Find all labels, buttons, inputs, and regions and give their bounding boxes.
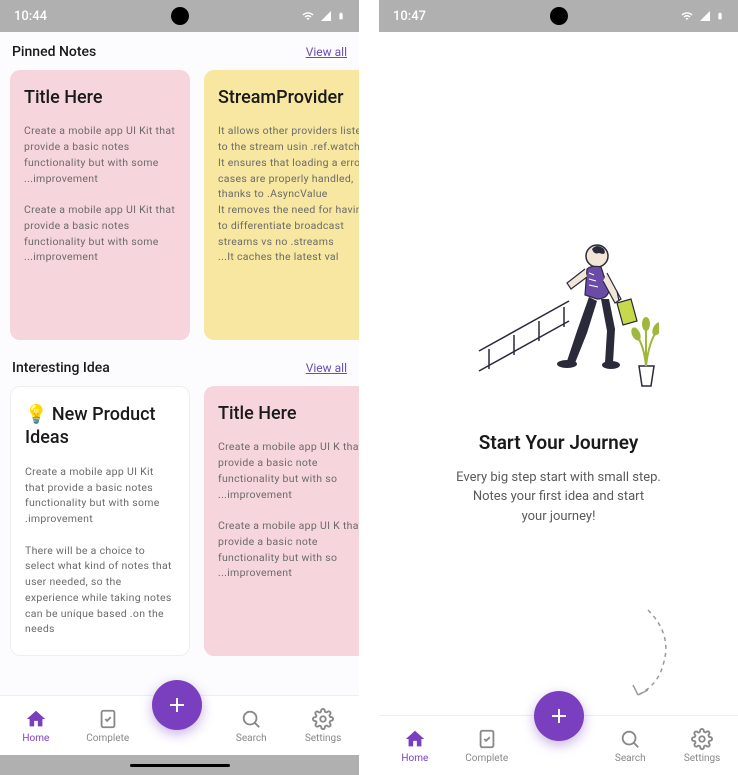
bottom-nav: Home Complete Search Settings bbox=[379, 715, 738, 775]
plus-icon bbox=[547, 704, 571, 728]
section-header-ideas: Interesting Idea View all bbox=[10, 360, 349, 376]
status-bar: 10:44 bbox=[0, 0, 359, 32]
note-card[interactable]: Title Here Create a mobile app UI Kit th… bbox=[10, 70, 190, 340]
note-title: StreamProvider bbox=[218, 86, 359, 109]
gear-icon bbox=[691, 728, 713, 750]
note-title: Title Here bbox=[24, 86, 176, 109]
search-icon bbox=[619, 728, 641, 750]
nav-label: Complete bbox=[465, 753, 508, 764]
nav-label: Home bbox=[401, 753, 428, 764]
note-card[interactable]: Title Here Create a mobile app UI K that… bbox=[204, 386, 359, 656]
view-all-link[interactable]: View all bbox=[306, 45, 347, 59]
nav-complete[interactable]: Complete bbox=[78, 708, 138, 744]
notes-row: Title Here Create a mobile app UI Kit th… bbox=[10, 70, 349, 340]
status-bar: 10:47 bbox=[379, 0, 738, 32]
journey-subtitle: Every big step start with small step. No… bbox=[456, 468, 661, 527]
nav-label: Complete bbox=[86, 733, 129, 744]
home-icon bbox=[404, 728, 426, 750]
battery-icon bbox=[337, 9, 345, 23]
note-body: It allows other providers listen to the … bbox=[218, 123, 359, 265]
nav-complete[interactable]: Complete bbox=[457, 728, 517, 764]
nav-search[interactable]: Search bbox=[600, 728, 660, 764]
search-icon bbox=[240, 708, 262, 730]
nav-home[interactable]: Home bbox=[6, 708, 66, 744]
battery-icon bbox=[716, 9, 724, 23]
section-title: Pinned Notes bbox=[12, 44, 96, 60]
section-header-pinned: Pinned Notes View all bbox=[10, 44, 349, 60]
status-time: 10:44 bbox=[14, 9, 47, 24]
status-icons bbox=[680, 9, 724, 23]
gesture-line bbox=[130, 764, 230, 767]
nav-label: Search bbox=[236, 733, 267, 744]
fab-add-button[interactable] bbox=[152, 680, 202, 730]
wifi-icon bbox=[301, 10, 315, 22]
plus-icon bbox=[165, 693, 189, 717]
journey-illustration bbox=[459, 221, 659, 401]
note-title: Title Here bbox=[218, 402, 359, 425]
phone-right: 10:47 bbox=[379, 0, 738, 775]
nav-search[interactable]: Search bbox=[221, 708, 281, 744]
checklist-icon bbox=[476, 728, 498, 750]
nav-settings[interactable]: Settings bbox=[293, 708, 353, 744]
nav-label: Search bbox=[615, 753, 646, 764]
signal-icon bbox=[319, 10, 333, 22]
section-title: Interesting Idea bbox=[12, 360, 110, 376]
nav-label: Settings bbox=[305, 733, 342, 744]
status-icons bbox=[301, 9, 345, 23]
gear-icon bbox=[312, 708, 334, 730]
nav-home[interactable]: Home bbox=[385, 728, 445, 764]
nav-label: Settings bbox=[684, 753, 721, 764]
signal-icon bbox=[698, 10, 712, 22]
wifi-icon bbox=[680, 10, 694, 22]
note-card[interactable]: StreamProvider It allows other providers… bbox=[204, 70, 359, 340]
note-body: Create a mobile app UI Kit that provide … bbox=[25, 464, 175, 637]
camera-notch bbox=[171, 7, 189, 25]
home-icon bbox=[25, 708, 47, 730]
fab-add-button[interactable] bbox=[534, 691, 584, 741]
camera-notch bbox=[550, 7, 568, 25]
note-title: 💡 New Product Ideas bbox=[25, 403, 175, 450]
nav-label: Home bbox=[22, 733, 49, 744]
note-body: Create a mobile app UI Kit that provide … bbox=[24, 123, 176, 265]
note-card[interactable]: 💡 New Product Ideas Create a mobile app … bbox=[10, 386, 190, 656]
notes-row: 💡 New Product Ideas Create a mobile app … bbox=[10, 386, 349, 656]
status-time: 10:47 bbox=[393, 9, 426, 24]
empty-state: Start Your Journey Every big step start … bbox=[379, 32, 738, 715]
view-all-link[interactable]: View all bbox=[306, 361, 347, 375]
nav-settings[interactable]: Settings bbox=[672, 728, 732, 764]
note-body: Create a mobile app UI K that provide a … bbox=[218, 439, 359, 581]
arrow-illustration bbox=[618, 605, 678, 705]
journey-title: Start Your Journey bbox=[479, 431, 639, 454]
content-area: Pinned Notes View all Title Here Create … bbox=[0, 32, 359, 695]
gesture-bar bbox=[0, 755, 359, 775]
checklist-icon bbox=[97, 708, 119, 730]
phone-left: 10:44 Pinned Notes View all Title Here C… bbox=[0, 0, 359, 775]
